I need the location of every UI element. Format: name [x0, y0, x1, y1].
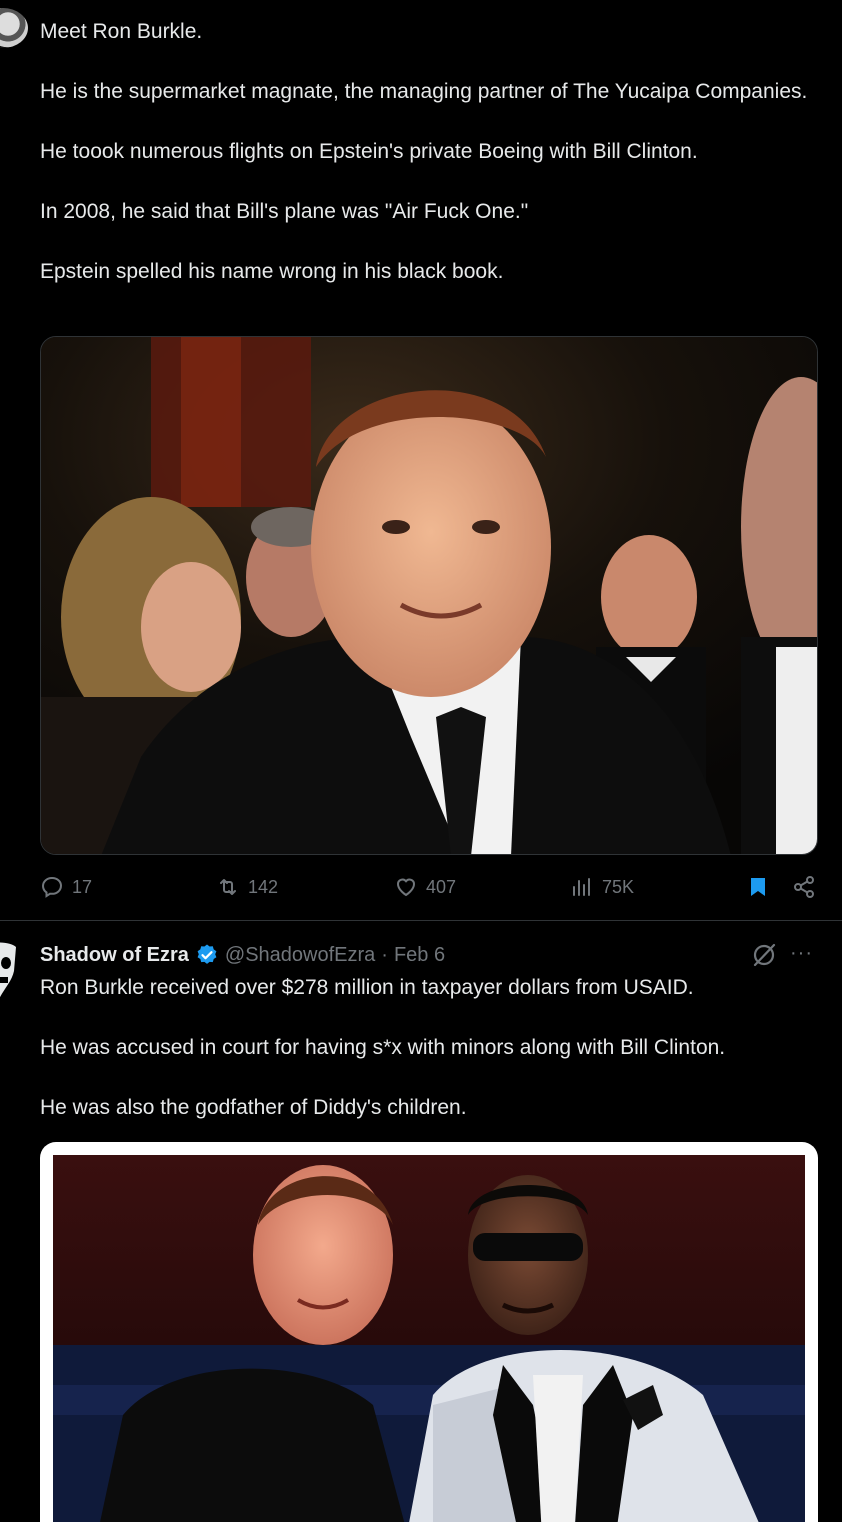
author-avatar[interactable]	[0, 8, 28, 48]
author-avatar[interactable]	[0, 941, 20, 999]
bookmark-icon	[751, 878, 765, 896]
views-count: 75K	[602, 876, 635, 897]
like-button[interactable]: 407	[394, 870, 456, 904]
tweet-paragraph: Epstein spelled his name wrong in his bl…	[40, 260, 504, 283]
tweet-paragraph: He was also the godfather of Diddy's chi…	[40, 1096, 467, 1119]
views-icon	[573, 878, 590, 896]
tweet-paragraph: Ron Burkle received over $278 million in…	[40, 976, 694, 999]
tweet-header: Shadow of Ezra @ShadowofEzra · Feb 6	[40, 941, 445, 969]
reply-button[interactable]: 17	[40, 870, 92, 904]
share-icon	[794, 876, 814, 898]
reply-count: 17	[72, 876, 93, 897]
separator-dot: ·	[381, 943, 388, 966]
tweet-paragraph: In 2008, he said that Bill's plane was "…	[40, 200, 529, 223]
tweet-paragraph: Meet Ron Burkle.	[40, 20, 203, 43]
repost-button[interactable]: 142	[216, 870, 278, 904]
tweet-paragraph: He was accused in court for having s*x w…	[40, 1036, 726, 1059]
bookmark-button[interactable]	[746, 870, 770, 904]
tweet-photo[interactable]	[40, 336, 818, 855]
author-name[interactable]: Shadow of Ezra	[40, 944, 189, 967]
share-button[interactable]	[792, 870, 816, 904]
tweet-date[interactable]: Feb 6	[394, 944, 445, 967]
tweet-2[interactable]: Shadow of Ezra @ShadowofEzra · Feb 6 ···…	[0, 921, 842, 1522]
tweet-actions: 17 142 407 75K	[40, 870, 818, 904]
author-handle[interactable]: @ShadowofEzra	[225, 944, 375, 967]
repost-icon	[220, 879, 236, 895]
like-count: 407	[426, 876, 457, 897]
tweet-text: Meet Ron Burkle. He is the supermarket m…	[40, 17, 810, 287]
tweet-paragraph: He toook numerous flights on Epstein's p…	[40, 140, 698, 163]
tweet-photo[interactable]	[40, 1142, 818, 1522]
tweet-text: Ron Burkle received over $278 million in…	[40, 973, 810, 1123]
photo-frame	[53, 1155, 805, 1522]
grok-icon[interactable]	[750, 941, 778, 969]
photo-illustration	[41, 337, 817, 854]
reply-icon	[41, 876, 63, 898]
repost-count: 142	[248, 876, 279, 897]
views-button[interactable]: 75K	[570, 870, 634, 904]
more-icon[interactable]: ···	[790, 943, 818, 967]
tweet-1[interactable]: Meet Ron Burkle. He is the supermarket m…	[0, 0, 842, 920]
like-icon	[396, 878, 416, 897]
photo-illustration	[53, 1155, 805, 1522]
verified-icon	[197, 944, 217, 964]
tweet-paragraph: He is the supermarket magnate, the manag…	[40, 80, 808, 103]
